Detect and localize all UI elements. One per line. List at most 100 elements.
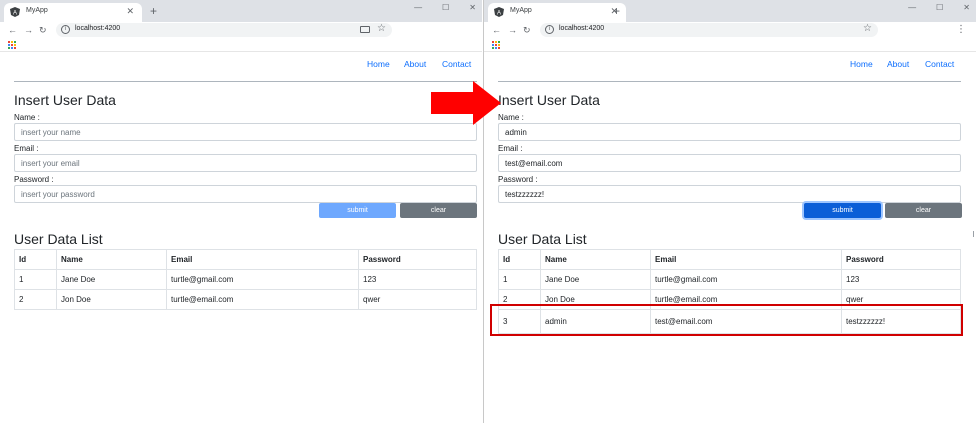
bookmarks-bar [484,38,976,52]
col-email: Email [166,249,359,270]
user-table: Id Name Email Password 1 Jane Doe turtle… [14,249,477,310]
red-arrow-icon [431,81,501,125]
clear-button[interactable]: clear [885,203,962,218]
password-input[interactable]: testzzzzzz! [498,185,961,203]
nav-about-link[interactable]: About [887,59,909,69]
back-icon[interactable]: ← [492,24,501,36]
col-name: Name [56,249,167,270]
cell-email: turtle@gmail.com [166,269,359,290]
close-window-icon[interactable]: ✕ [963,3,970,12]
cell-password: 123 [358,269,477,290]
address-bar[interactable]: i localhost:4200 ☆ [56,23,392,37]
clear-button[interactable]: clear [400,203,477,218]
tab-title: MyApp [26,7,48,14]
col-password: Password [841,249,961,270]
window-controls: — ☐ ✕ [908,3,970,12]
table-row: 2 Jon Doe turtle@email.com qwer [14,289,477,310]
forward-icon[interactable]: → [24,24,33,36]
table-row: 1 Jane Doe turtle@gmail.com 123 [14,269,477,290]
divider [14,81,477,82]
password-input[interactable]: insert your password [14,185,477,203]
maximize-icon[interactable]: ☐ [442,3,449,12]
cell-name: Jane Doe [56,269,167,290]
insert-title: Insert User Data [14,92,116,108]
browser-tab[interactable]: A MyApp ✕ [488,3,626,22]
cell-password: 123 [841,269,961,290]
col-id: Id [498,249,541,270]
cell-id: 1 [14,269,57,290]
site-info-icon[interactable]: i [61,25,70,34]
browser-toolbar: ← → ↻ i localhost:4200 ☆ [0,22,482,38]
url-text: localhost:4200 [559,25,605,32]
window-controls: — ☐ ✕ [414,3,476,12]
bookmark-star-icon[interactable]: ☆ [863,23,872,34]
site-info-icon[interactable]: i [545,25,554,34]
nav-contact-link[interactable]: Contact [442,59,471,69]
col-password: Password [358,249,477,270]
tab-title: MyApp [510,7,532,14]
browser-window-before: A MyApp ✕ + — ☐ ✕ ← → ↻ i localhost:4200… [0,0,482,423]
password-label: Password : [498,175,538,184]
svg-text:A: A [13,11,17,17]
list-title: User Data List [498,231,587,247]
col-name: Name [540,249,651,270]
page-content: Home About Contact Insert User Data Name… [484,53,976,423]
minimize-icon[interactable]: — [908,3,916,12]
comparison-stage: A MyApp ✕ + — ☐ ✕ ← → ↻ i localhost:4200… [0,0,976,423]
list-title: User Data List [14,231,103,247]
insert-title: Insert User Data [498,92,600,108]
new-tab-icon[interactable]: + [150,5,157,17]
email-label: Email : [14,144,39,153]
nav-about-link[interactable]: About [404,59,426,69]
nav-contact-link[interactable]: Contact [925,59,954,69]
page-content: Home About Contact Insert User Data Name… [0,53,482,423]
svg-text:A: A [497,11,501,17]
table-row: 1 Jane Doe turtle@gmail.com 123 [498,269,961,290]
scrollbar-tick [973,231,974,237]
cell-id: 1 [498,269,541,290]
new-row-highlight [490,304,963,336]
minimize-icon[interactable]: — [414,3,422,12]
forward-icon[interactable]: → [508,24,517,36]
address-bar[interactable]: i localhost:4200 ☆ [540,23,878,37]
email-label: Email : [498,144,523,153]
name-input[interactable]: insert your name [14,123,477,141]
cell-password: qwer [358,289,477,310]
divider [498,81,961,82]
close-window-icon[interactable]: ✕ [469,3,476,12]
menu-dots-icon[interactable]: ⋮ [956,24,966,36]
maximize-icon[interactable]: ☐ [936,3,943,12]
browser-toolbar: ← → ↻ i localhost:4200 ☆ ⋮ [484,22,976,38]
email-input[interactable]: test@email.com [498,154,961,172]
cell-name: Jon Doe [56,289,167,310]
nav-home-link[interactable]: Home [850,59,873,69]
name-input[interactable]: admin [498,123,961,141]
table-header-row: Id Name Email Password [498,249,961,270]
table-header-row: Id Name Email Password [14,249,477,270]
reload-icon[interactable]: ↻ [523,24,531,36]
back-icon[interactable]: ← [8,24,17,36]
submit-button[interactable]: submit [804,203,881,218]
email-input[interactable]: insert your email [14,154,477,172]
apps-icon[interactable] [492,41,500,49]
submit-button[interactable]: submit [319,203,396,218]
reload-icon[interactable]: ↻ [39,24,47,36]
col-email: Email [650,249,842,270]
cast-icon[interactable] [360,26,370,33]
cell-email: turtle@email.com [166,289,359,310]
cell-name: Jane Doe [540,269,651,290]
browser-tab[interactable]: A MyApp ✕ [4,3,142,22]
apps-icon[interactable] [8,41,16,49]
nav-home-link[interactable]: Home [367,59,390,69]
close-tab-icon[interactable]: ✕ [126,6,134,16]
title-bar: A MyApp ✕ + — ☐ ✕ [0,0,482,22]
browser-window-after: A MyApp ✕ + — ☐ ✕ ← → ↻ i localhost:4200… [483,0,976,423]
cell-email: turtle@gmail.com [650,269,842,290]
bookmark-star-icon[interactable]: ☆ [377,23,386,34]
name-label: Name : [498,113,524,122]
new-tab-icon[interactable]: + [613,5,620,17]
angular-icon: A [494,7,504,17]
col-id: Id [14,249,57,270]
cell-id: 2 [14,289,57,310]
name-label: Name : [14,113,40,122]
